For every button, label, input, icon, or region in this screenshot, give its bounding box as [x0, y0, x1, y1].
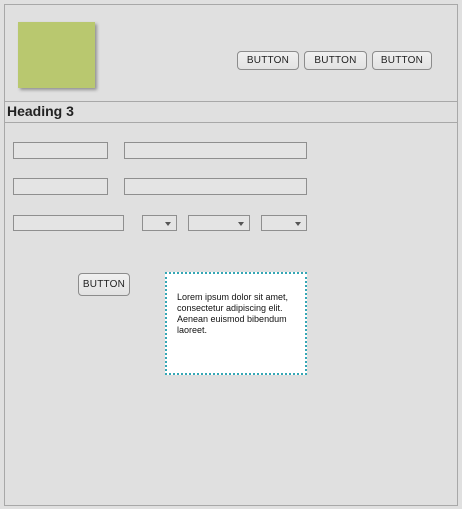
header-button-1[interactable]: BUTTON: [237, 51, 299, 70]
sticky-note: Lorem ipsum dolor sit amet, consectetur …: [165, 272, 307, 375]
dropdown-3[interactable]: [261, 215, 307, 231]
section-heading: Heading 3: [7, 103, 74, 119]
dropdown-1[interactable]: [142, 215, 177, 231]
dropdown-2[interactable]: [188, 215, 250, 231]
text-field-row2-right[interactable]: [124, 178, 307, 195]
chevron-down-icon: [165, 222, 171, 226]
text-field-row2-left[interactable]: [13, 178, 108, 195]
logo-image: [18, 22, 95, 88]
chevron-down-icon: [295, 222, 301, 226]
text-field-row1-right[interactable]: [124, 142, 307, 159]
note-text: Lorem ipsum dolor sit amet, consectetur …: [177, 292, 289, 335]
header-button-3[interactable]: BUTTON: [372, 51, 432, 70]
submit-button[interactable]: BUTTON: [78, 273, 130, 296]
text-field-row1-left[interactable]: [13, 142, 108, 159]
header-button-2[interactable]: BUTTON: [304, 51, 367, 70]
chevron-down-icon: [238, 222, 244, 226]
text-field-row3[interactable]: [13, 215, 124, 231]
